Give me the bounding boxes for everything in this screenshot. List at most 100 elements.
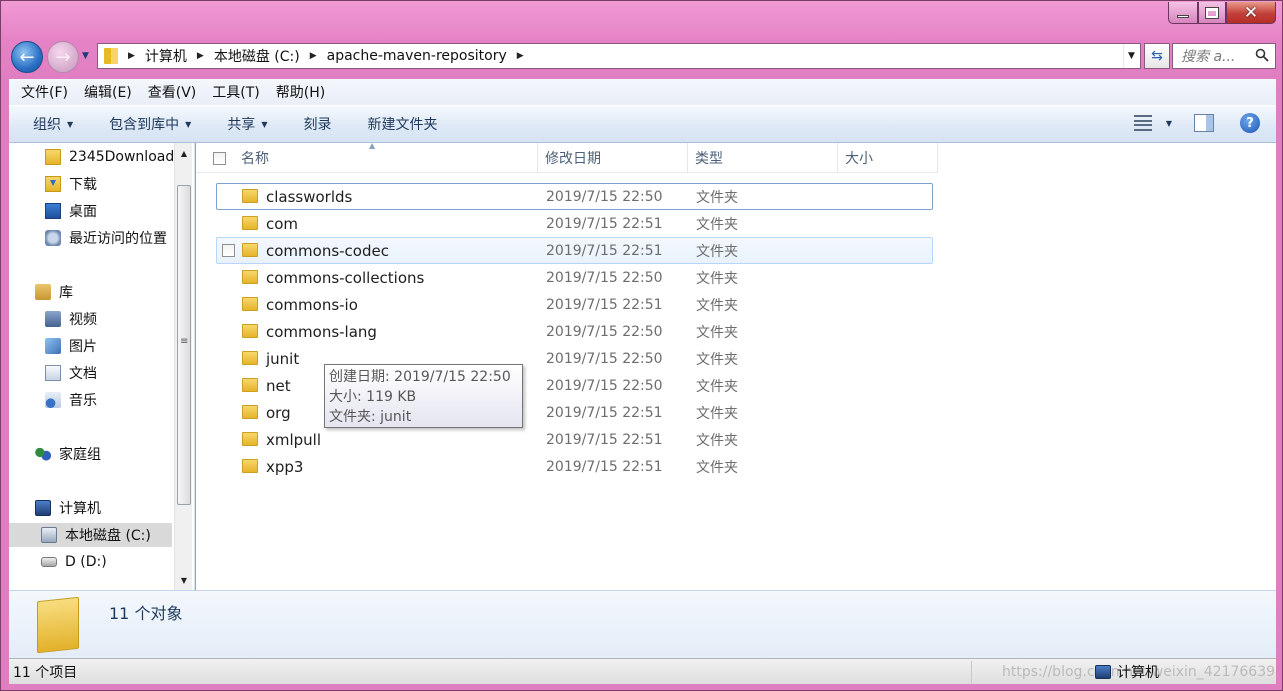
- breadcrumb-local-disk[interactable]: 本地磁盘 (C:): [214, 46, 300, 66]
- tooltip-created: 创建日期: 2019/7/15 22:50: [329, 369, 511, 385]
- nav-item-drive-d[interactable]: D (D:): [41, 550, 107, 574]
- file-name[interactable]: org: [266, 404, 291, 422]
- minimize-button[interactable]: [1168, 2, 1198, 24]
- preview-pane-icon[interactable]: [1194, 114, 1214, 132]
- column-type[interactable]: 类型: [688, 143, 838, 173]
- file-name[interactable]: commons-io: [266, 296, 358, 314]
- folder-icon: [242, 243, 258, 257]
- new-folder-button[interactable]: 新建文件夹: [345, 114, 451, 134]
- refresh-button[interactable]: ⇆: [1144, 43, 1170, 69]
- share-label: 共享: [227, 117, 256, 133]
- nav-item-2345downloads[interactable]: 2345Downloads: [45, 145, 182, 169]
- table-row[interactable]: xpp3 2019/7/15 22:51 文件夹: [216, 453, 933, 480]
- nav-item-homegroup[interactable]: 家庭组: [35, 442, 101, 466]
- search-icon[interactable]: [1255, 48, 1269, 62]
- file-name[interactable]: net: [266, 377, 291, 395]
- status-location-label: 计算机: [1117, 664, 1159, 681]
- file-name[interactable]: xpp3: [266, 458, 303, 476]
- command-bar: 组织 ▼ 包含到库中 ▼ 共享 ▼ 刻录 新建文件夹 ▼ ?: [9, 105, 1276, 143]
- file-modified: 2019/7/15 22:51: [546, 215, 663, 232]
- maximize-button[interactable]: [1198, 2, 1226, 24]
- back-button[interactable]: ←: [11, 41, 43, 73]
- file-name[interactable]: commons-collections: [266, 269, 424, 287]
- nav-item-local-disk-c[interactable]: 本地磁盘 (C:): [9, 523, 172, 547]
- organize-label: 组织: [33, 117, 61, 133]
- search-input[interactable]: 搜索 a...: [1172, 43, 1276, 69]
- share-button[interactable]: 共享 ▼: [205, 114, 281, 134]
- file-type: 文件夹: [696, 324, 738, 341]
- burn-label: 刻录: [303, 117, 332, 133]
- file-name[interactable]: com: [266, 215, 298, 233]
- nav-item-videos[interactable]: 视频: [45, 307, 97, 331]
- file-name[interactable]: classworlds: [266, 188, 352, 206]
- table-row[interactable]: classworlds 2019/7/15 22:50 文件夹: [216, 183, 933, 210]
- nav-item-label: 本地磁盘 (C:): [65, 528, 151, 544]
- include-in-library-button[interactable]: 包含到库中 ▼: [87, 114, 205, 134]
- table-row[interactable]: com 2019/7/15 22:51 文件夹: [216, 210, 933, 237]
- column-size[interactable]: 大小: [838, 143, 938, 173]
- breadcrumb-computer[interactable]: 计算机: [145, 46, 187, 66]
- menu-edit[interactable]: 编辑(E): [76, 82, 140, 102]
- close-button[interactable]: ✕: [1226, 2, 1276, 24]
- chevron-right-icon[interactable]: ▶: [197, 51, 204, 61]
- file-name[interactable]: xmlpull: [266, 431, 321, 449]
- minimize-icon: [1177, 15, 1189, 18]
- chevron-right-icon[interactable]: ▶: [128, 51, 135, 61]
- file-name[interactable]: commons-lang: [266, 323, 377, 341]
- chevron-down-icon: ▼: [185, 119, 192, 129]
- computer-icon: [35, 500, 51, 516]
- scroll-up-icon[interactable]: ▲: [175, 145, 193, 161]
- include-in-library-label: 包含到库中: [109, 117, 180, 133]
- menu-help[interactable]: 帮助(H): [268, 82, 333, 102]
- breadcrumb-maven-repository[interactable]: apache-maven-repository: [327, 48, 507, 64]
- table-row[interactable]: commons-codec 2019/7/15 22:51 文件夹: [216, 237, 933, 264]
- file-name[interactable]: junit: [266, 350, 299, 368]
- chevron-down-icon: ▼: [67, 119, 74, 129]
- table-row[interactable]: xmlpull 2019/7/15 22:51 文件夹: [216, 426, 933, 453]
- folder-icon: [242, 351, 258, 365]
- file-modified: 2019/7/15 22:51: [546, 404, 663, 421]
- download-folder-icon: [45, 176, 61, 192]
- chevron-right-icon[interactable]: ▶: [517, 51, 524, 61]
- address-history-dropdown[interactable]: ▼: [1123, 44, 1139, 68]
- help-icon[interactable]: ?: [1240, 113, 1260, 133]
- nav-item-computer[interactable]: 计算机: [35, 496, 101, 520]
- nav-item-documents[interactable]: 文档: [45, 361, 97, 385]
- organize-button[interactable]: 组织 ▼: [9, 114, 87, 134]
- folder-icon: [242, 270, 258, 284]
- nav-item-downloads[interactable]: 下载: [45, 172, 97, 196]
- menu-tools[interactable]: 工具(T): [204, 82, 267, 102]
- file-name[interactable]: commons-codec: [266, 242, 389, 260]
- nav-item-recent-places[interactable]: 最近访问的位置: [45, 226, 167, 250]
- row-checkbox[interactable]: [222, 244, 235, 257]
- burn-button[interactable]: 刻录: [281, 114, 345, 134]
- status-divider: [971, 661, 972, 683]
- view-options-dropdown[interactable]: ▼: [1166, 119, 1172, 128]
- nav-item-pictures[interactable]: 图片: [45, 334, 97, 358]
- menu-view[interactable]: 查看(V): [140, 82, 205, 102]
- nav-item-label: 视频: [69, 312, 97, 328]
- navigation-scrollbar[interactable]: ▲ ≡ ▼: [174, 143, 192, 590]
- file-modified: 2019/7/15 22:51: [546, 296, 663, 313]
- nav-item-label: 图片: [69, 339, 97, 355]
- nav-item-music[interactable]: 音乐: [45, 388, 97, 412]
- window-caption-buttons: ✕: [1168, 2, 1276, 24]
- menu-file[interactable]: 文件(F): [13, 82, 76, 102]
- nav-item-desktop[interactable]: 桌面: [45, 199, 97, 223]
- address-bar[interactable]: ▶ 计算机 ▶ 本地磁盘 (C:) ▶ apache-maven-reposit…: [97, 43, 1141, 69]
- column-modified[interactable]: 修改日期: [538, 143, 688, 173]
- file-type: 文件夹: [696, 405, 738, 422]
- nav-item-libraries[interactable]: 库: [35, 280, 73, 304]
- library-icon: [35, 284, 51, 300]
- table-row[interactable]: commons-lang 2019/7/15 22:50 文件夹: [216, 318, 933, 345]
- column-name[interactable]: 名称: [196, 143, 538, 173]
- scroll-down-icon[interactable]: ▼: [175, 572, 193, 588]
- table-row[interactable]: commons-io 2019/7/15 22:51 文件夹: [216, 291, 933, 318]
- file-modified: 2019/7/15 22:50: [546, 269, 663, 286]
- table-row[interactable]: commons-collections 2019/7/15 22:50 文件夹: [216, 264, 933, 291]
- chevron-right-icon[interactable]: ▶: [310, 51, 317, 61]
- change-view-icon[interactable]: [1133, 115, 1152, 131]
- scrollbar-thumb[interactable]: ≡: [177, 185, 191, 505]
- forward-button[interactable]: →: [47, 41, 79, 73]
- recent-pages-dropdown[interactable]: ▼: [82, 51, 89, 61]
